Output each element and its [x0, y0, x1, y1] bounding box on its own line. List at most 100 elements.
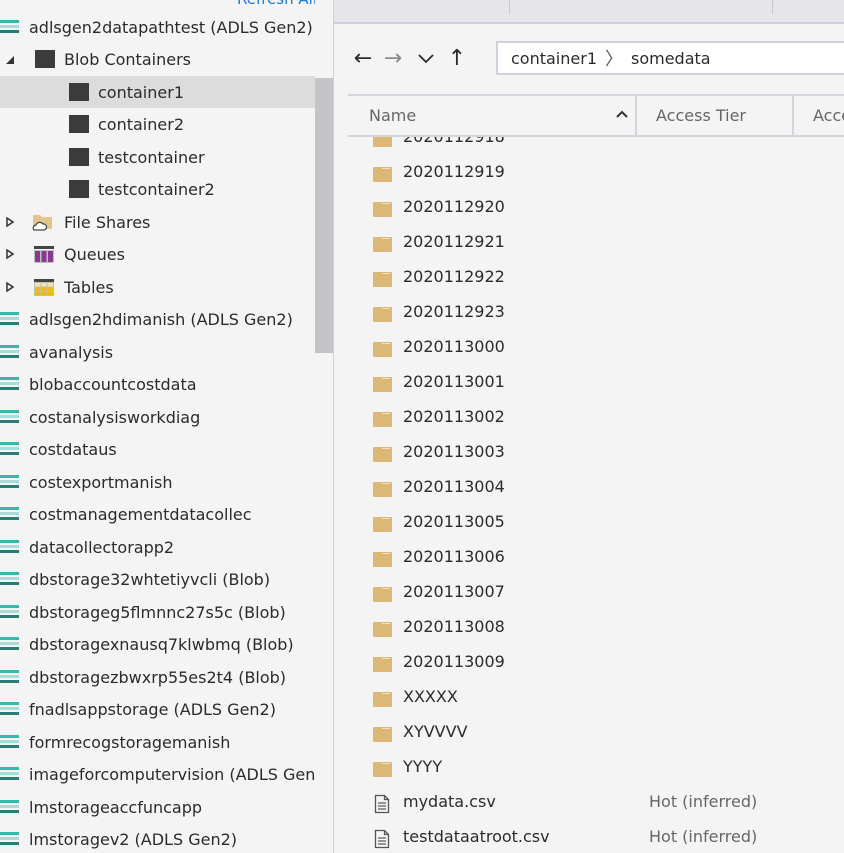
tree-item-account[interactable]: dbstoragezbwxrp55es2t4 (Blob)	[0, 661, 315, 693]
back-arrow-icon: ←	[353, 45, 373, 71]
tree-item-account[interactable]: lmstoragev2 (ADLS Gen2)	[0, 823, 315, 853]
folder-row[interactable]: 2020113008	[334, 610, 844, 645]
sort-ascending-icon[interactable]	[616, 110, 628, 118]
tree-item-account[interactable]: costdataus	[0, 433, 315, 465]
column-divider[interactable]	[792, 96, 794, 135]
storage-explorer-tree: Refresh All adlsgen2datapathtest (ADLS G…	[0, 0, 333, 853]
breadcrumb-somedata[interactable]: somedata	[631, 49, 711, 68]
container-icon	[69, 180, 89, 198]
tree-item-label: costmanagementdatacollec	[29, 504, 252, 524]
back-button[interactable]: ←	[351, 44, 375, 72]
tree-item-account[interactable]: avanalysis	[0, 336, 315, 368]
column-header-name[interactable]: Name	[369, 96, 416, 135]
tree-item-testcontainer[interactable]: testcontainer	[0, 141, 315, 173]
folder-row[interactable]: 2020113009	[334, 645, 844, 680]
tree-item-label: dbstorage32whtetiyvcli (Blob)	[29, 569, 271, 589]
storage-account-icon	[0, 637, 19, 652]
storage-account-icon	[0, 800, 19, 815]
tree-item-account[interactable]: blobaccountcostdata	[0, 368, 315, 400]
item-name: XXXXX	[403, 687, 458, 706]
folder-row[interactable]: 2020112919	[334, 155, 844, 190]
folder-row[interactable]: XXXXX	[334, 680, 844, 715]
folder-icon	[373, 412, 392, 427]
blob-list: 2020112918 2020112919 2020112920 2020112921…	[334, 137, 844, 853]
tree-item-account[interactable]: costanalysisworkdiag	[0, 401, 315, 433]
folder-row[interactable]: 2020113004	[334, 470, 844, 505]
column-header-label: Name	[369, 106, 417, 125]
tree-item-container1[interactable]: container1	[0, 76, 315, 108]
folder-icon	[373, 517, 392, 532]
breadcrumb-container1[interactable]: container1	[511, 49, 597, 68]
tree-item-account[interactable]: fnadlsappstorage (ADLS Gen2)	[0, 693, 315, 725]
queues-icon	[34, 246, 54, 263]
folder-row[interactable]: 2020112922	[334, 260, 844, 295]
folder-row[interactable]: 2020113006	[334, 540, 844, 575]
up-button[interactable]: ↑	[445, 44, 469, 72]
collapsed-triangle-icon[interactable]	[5, 282, 15, 292]
tree-item-label: adlsgen2hdimanish (ADLS Gen2)	[29, 309, 293, 329]
folder-row[interactable]: YYYY	[334, 750, 844, 785]
column-header-access-tier-last-modified[interactable]: Access Tier Last Modified	[813, 96, 844, 135]
folder-row[interactable]: 2020112920	[334, 190, 844, 225]
folder-icon	[373, 587, 392, 602]
item-name: 2020112922	[403, 267, 505, 286]
folder-row[interactable]: 2020112921	[334, 225, 844, 260]
address-bar[interactable]: container1 〉 somedata	[496, 41, 844, 75]
tree-item-blob-containers[interactable]: Blob Containers	[0, 43, 315, 75]
tables-icon	[34, 279, 54, 296]
tree-item-account[interactable]: dbstoragexnausq7klwbmq (Blob)	[0, 628, 315, 660]
storage-account-icon	[0, 670, 19, 685]
file-row[interactable]: testdataatroot.csv Hot (inferred)	[334, 820, 844, 853]
folder-icon	[373, 552, 392, 567]
tree-item-account[interactable]: costmanagementdatacollec	[0, 498, 315, 530]
tree-item-label: adlsgen2datapathtest (ADLS Gen2)	[29, 17, 313, 37]
folder-row[interactable]: 2020113002	[334, 400, 844, 435]
tree-item-account[interactable]: datacollectorapp2	[0, 531, 315, 563]
folder-row[interactable]: XYVVVV	[334, 715, 844, 750]
tree-item-account[interactable]: costexportmanish	[0, 466, 315, 498]
folder-row[interactable]: 2020113005	[334, 505, 844, 540]
tree-item-account[interactable]: imageforcomputervision (ADLS Gen2)	[0, 758, 315, 790]
tree-item-account[interactable]: adlsgen2datapathtest (ADLS Gen2)	[0, 11, 315, 43]
tree-item-account[interactable]: dbstorage32whtetiyvcli (Blob)	[0, 563, 315, 595]
recent-locations-button[interactable]	[414, 44, 438, 72]
folder-icon	[373, 272, 392, 287]
item-name: 2020112920	[403, 197, 505, 216]
item-name: 2020113008	[403, 617, 505, 636]
toolbar-separator	[772, 0, 773, 14]
folder-icon	[373, 237, 392, 252]
tree-item-label: File Shares	[64, 212, 151, 232]
tree-item-account[interactable]: dbstorageg5flmnnc27s5c (Blob)	[0, 596, 315, 628]
folder-row[interactable]: 2020112923	[334, 295, 844, 330]
forward-button[interactable]: →	[381, 44, 405, 72]
tree-item-account[interactable]: lmstorageaccfuncapp	[0, 791, 315, 823]
tree-item-label: datacollectorapp2	[29, 537, 175, 557]
folder-row[interactable]: 2020113001	[334, 365, 844, 400]
file-row[interactable]: mydata.csv Hot (inferred)	[334, 785, 844, 820]
item-name: 2020113006	[403, 547, 505, 566]
column-header-access-tier[interactable]: Access Tier	[656, 96, 746, 135]
storage-account-icon	[0, 507, 19, 522]
tree-item-label: blobaccountcostdata	[29, 374, 197, 394]
tree-item-account[interactable]: adlsgen2hdimanish (ADLS Gen2)	[0, 303, 315, 335]
tree-item-label: Tables	[64, 277, 114, 297]
refresh-all-link[interactable]: Refresh All	[237, 0, 317, 8]
tree-item-queues[interactable]: Queues	[0, 238, 315, 270]
collapsed-triangle-icon[interactable]	[5, 249, 15, 259]
tree-item-container2[interactable]: container2	[0, 108, 315, 140]
folder-row[interactable]: 2020113000	[334, 330, 844, 365]
storage-account-icon	[0, 377, 19, 392]
tree-item-account[interactable]: formrecogstoragemanish	[0, 726, 315, 758]
tree-scrollbar-thumb[interactable]	[315, 78, 333, 353]
folder-row[interactable]: 2020113003	[334, 435, 844, 470]
tree-item-testcontainer2[interactable]: testcontainer2	[0, 173, 315, 205]
folder-row[interactable]: 2020112918	[334, 137, 844, 155]
tree-item-file-shares[interactable]: File Shares	[0, 206, 315, 238]
tree-item-tables[interactable]: Tables	[0, 271, 315, 303]
expanded-triangle-icon[interactable]	[5, 55, 15, 65]
collapsed-triangle-icon[interactable]	[5, 217, 15, 227]
column-divider[interactable]	[635, 96, 637, 135]
item-name: 2020113002	[403, 407, 505, 426]
folder-row[interactable]: 2020113007	[334, 575, 844, 610]
tree-item-label: avanalysis	[29, 342, 114, 362]
